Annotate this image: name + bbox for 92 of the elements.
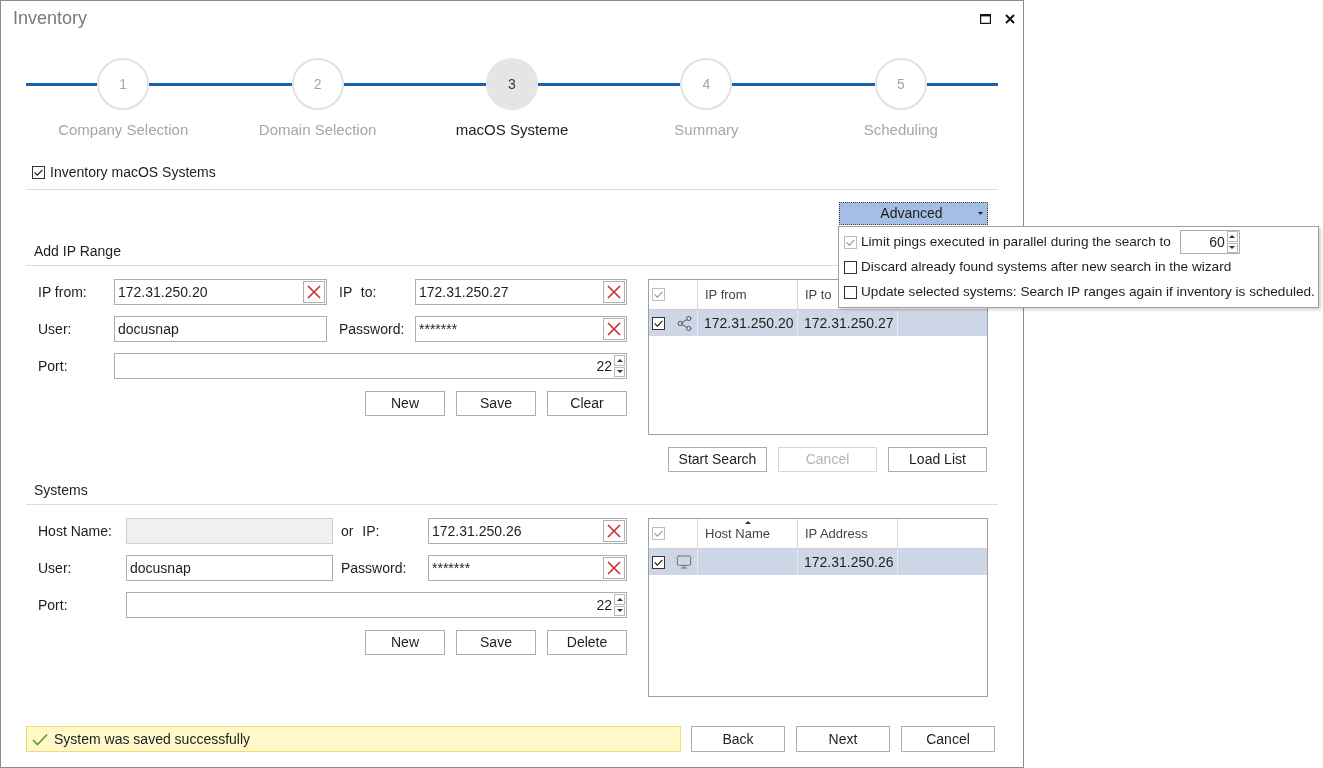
checkbox[interactable] [652, 555, 665, 569]
up-triangle-icon [616, 358, 623, 362]
window-title: Inventory [13, 7, 88, 30]
field-label: Port: [38, 597, 68, 613]
advanced-button[interactable]: Advanced [839, 202, 988, 225]
clear-field-button[interactable] [303, 281, 325, 303]
input-field[interactable]: 172.31.250.20 [114, 279, 327, 305]
field-label: User: [38, 321, 72, 337]
decrement-button[interactable] [614, 605, 625, 616]
start-search-button[interactable]: Start Search [668, 447, 767, 472]
tick-icon [654, 530, 663, 537]
down-triangle-icon [1229, 246, 1236, 250]
tick-icon [846, 238, 855, 246]
table-cell-text: 172.31.250.20 [704, 313, 794, 333]
x-icon [607, 285, 621, 299]
table-row[interactable]: 172.31.250.26 [649, 549, 987, 575]
option-label[interactable]: Inventory macOS Systems [50, 161, 216, 183]
column-header[interactable]: IP from [698, 280, 798, 309]
caret-icon [978, 212, 983, 215]
field-label: Port: [38, 358, 68, 374]
checkbox[interactable] [844, 261, 857, 274]
increment-button[interactable] [614, 594, 625, 605]
input-field[interactable]: ******* [415, 316, 627, 342]
column-header[interactable]: IP Address [798, 519, 898, 548]
increment-button[interactable] [1226, 231, 1238, 242]
table-cell-text: 172.31.250.27 [804, 313, 894, 333]
x-icon [607, 524, 621, 538]
close-icon[interactable] [1005, 13, 1015, 24]
sort-arrow-icon [745, 521, 751, 524]
new-button[interactable]: New [365, 391, 445, 416]
column-header[interactable]: Host Name [698, 519, 798, 548]
input-field[interactable]: docusnap [126, 555, 333, 581]
option-label[interactable]: Discard already found systems after new search in the wizard [861, 257, 1232, 278]
field-label: Password: [341, 560, 407, 576]
load-list-button[interactable]: Load List [888, 447, 987, 472]
input-field[interactable]: 172.31.250.27 [415, 279, 627, 305]
step-label: macOS Systeme [455, 121, 569, 139]
field-label: Password: [339, 321, 405, 337]
table-row[interactable]: 172.31.250.20 172.31.250.27 [649, 310, 987, 336]
save-button[interactable]: Save [456, 630, 536, 655]
clear-button[interactable]: Clear [547, 391, 627, 416]
x-icon [307, 285, 321, 299]
field-label: User: [38, 560, 72, 576]
tick-icon [654, 558, 663, 566]
clear-field-button[interactable] [603, 281, 625, 303]
check-icon [32, 732, 48, 746]
save-button[interactable]: Save [456, 391, 536, 416]
number-spinner[interactable]: 22 [114, 353, 627, 379]
table-cell-text: 172.31.250.26 [804, 552, 894, 572]
down-triangle-icon [616, 609, 623, 613]
delete-button[interactable]: Delete [547, 630, 627, 655]
tick-icon [654, 319, 663, 327]
section-heading: Add IP Range [34, 242, 121, 260]
up-triangle-icon [1229, 234, 1236, 238]
input-field[interactable]: 172.31.250.26 [428, 518, 627, 544]
field-label: IP from: [38, 284, 87, 300]
decrement-button[interactable] [1226, 242, 1238, 253]
x-icon [607, 561, 621, 575]
tick-icon [34, 168, 43, 176]
status-message: System was saved successfully [54, 729, 251, 749]
step-connector [26, 82, 98, 86]
tick-icon [654, 291, 663, 298]
increment-button[interactable] [614, 355, 625, 366]
down-triangle-icon [616, 370, 623, 374]
section-heading: Systems [34, 481, 88, 499]
back-button[interactable]: Back [691, 726, 785, 752]
up-triangle-icon [616, 597, 623, 601]
checkbox[interactable] [844, 286, 857, 299]
monitor-icon [676, 554, 692, 570]
clear-field-button[interactable] [603, 557, 625, 579]
next-button[interactable]: Next [796, 726, 890, 752]
input-field[interactable]: ******* [428, 555, 627, 581]
checkbox[interactable] [652, 316, 665, 330]
decrement-button[interactable] [614, 366, 625, 377]
clear-field-button[interactable] [603, 520, 625, 542]
clear-field-button[interactable] [603, 318, 625, 340]
input-field[interactable]: docusnap [114, 316, 327, 342]
field-label: or IP: [341, 523, 380, 539]
connected-nodes-icon [676, 314, 693, 332]
x-icon [607, 322, 621, 336]
checkbox[interactable] [32, 165, 45, 179]
field-label: Host Name: [38, 523, 112, 539]
maximize-icon[interactable] [980, 13, 991, 24]
cancel-button[interactable]: Cancel [901, 726, 995, 752]
step-label: Scheduling [863, 121, 938, 139]
step-label: Company Selection [58, 121, 189, 139]
new-button[interactable]: New [365, 630, 445, 655]
number-spinner[interactable]: 22 [126, 592, 627, 618]
step-label: Summary [674, 121, 739, 139]
step-label: Domain Selection [258, 121, 377, 139]
field-label: IP to: [339, 284, 377, 300]
option-label[interactable]: Update selected systems: Search IP ranges again if inventory is scheduled. [861, 282, 1315, 303]
